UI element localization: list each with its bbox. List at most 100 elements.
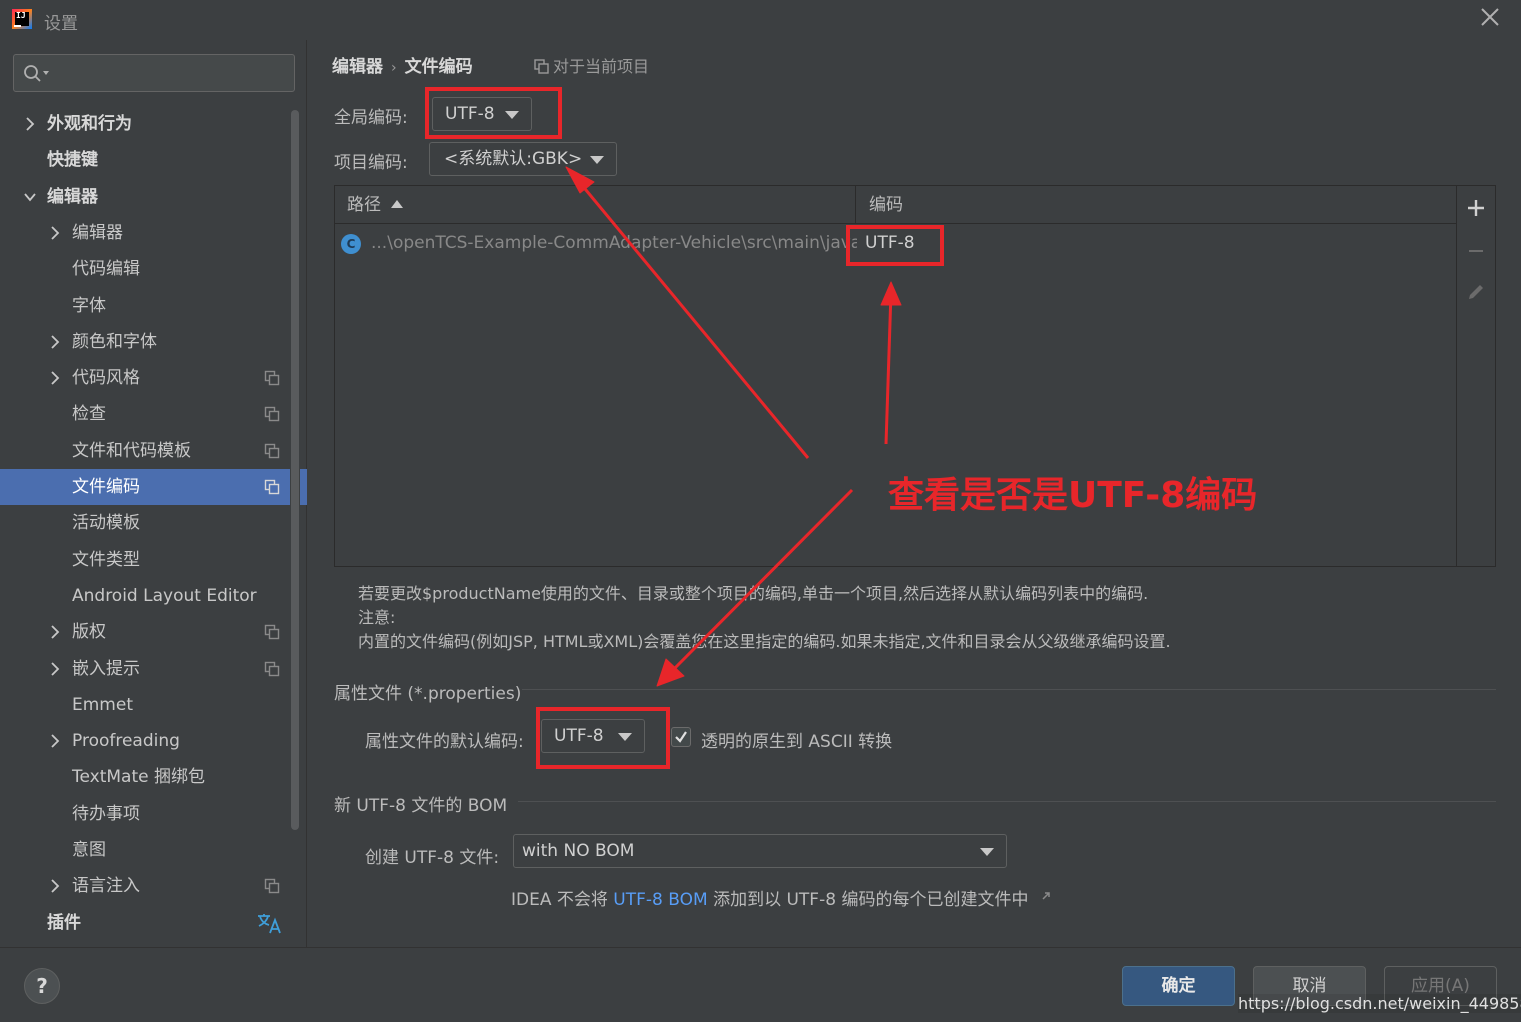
breadcrumb-current: 文件编码 [404, 57, 473, 77]
sidebar-item[interactable]: 编辑器 [0, 215, 307, 251]
section-divider [522, 689, 1496, 690]
chevron-right-icon[interactable] [47, 624, 63, 640]
chevron-down-icon [618, 733, 632, 741]
sidebar-item-label: 代码风格 [72, 368, 140, 389]
checkmark-icon [675, 731, 687, 743]
project-scope-icon [264, 407, 280, 422]
hint-line-3: 内置的文件编码(例如JSP, HTML或XML)会覆盖您在这里指定的编码.如果未… [358, 632, 1171, 651]
sidebar-scrollbar[interactable] [291, 110, 299, 830]
intellij-logo-icon: IJ [12, 9, 32, 29]
sidebar-item-label: 文件和代码模板 [72, 440, 191, 461]
sidebar-item-label: 检查 [72, 404, 106, 425]
table-row[interactable]: C ...\openTCS-Example-CommAdapter-Vehicl… [335, 226, 1456, 260]
create-utf8-label: 创建 UTF-8 文件: [365, 848, 500, 868]
sidebar-item-label: 活动模板 [72, 513, 140, 534]
sidebar-item-label: 嵌入提示 [72, 658, 140, 679]
sidebar-item-label: 文件编码 [72, 477, 140, 497]
chevron-right-icon[interactable] [47, 370, 63, 386]
global-encoding-label: 全局编码: [334, 108, 408, 128]
project-scope-note: 对于当前项目 [534, 53, 649, 77]
sidebar-item-label: 意图 [72, 840, 106, 860]
chevron-down-icon [980, 848, 994, 856]
sidebar-item[interactable]: 语言注入 [0, 868, 307, 904]
sidebar-item[interactable]: 文件和代码模板 [0, 433, 307, 469]
chevron-right-icon[interactable] [47, 334, 63, 350]
close-icon[interactable] [1479, 6, 1501, 28]
sidebar-item-label: Android Layout Editor [72, 585, 257, 606]
sidebar-item-label: 语言注入 [72, 876, 140, 897]
transparent-ascii-checkbox[interactable] [671, 727, 691, 747]
row-encoding[interactable]: UTF-8 [865, 226, 915, 260]
sidebar-item[interactable]: Emmet [0, 687, 307, 723]
sidebar-item[interactable]: TextMate 捆绑包 [0, 759, 307, 795]
sidebar-item[interactable]: Android Layout Editor [0, 578, 307, 614]
sidebar-item-label: 编辑器 [47, 186, 98, 207]
bom-select[interactable]: with NO BOM [513, 834, 1007, 868]
table-toolbar [1456, 186, 1495, 566]
settings-search-input[interactable] [13, 54, 295, 92]
properties-section-title: 属性文件 (*.properties) [334, 684, 522, 704]
external-link-icon[interactable] [1040, 890, 1052, 902]
breadcrumb: 编辑器 › 文件编码 [332, 52, 473, 77]
add-icon[interactable] [1465, 197, 1487, 219]
project-scope-icon [264, 443, 280, 458]
sidebar-item-label: Proofreading [72, 731, 180, 752]
sidebar-item-label: 文件类型 [72, 549, 140, 570]
sidebar-item[interactable]: 字体 [0, 288, 307, 324]
sidebar-item[interactable]: 快捷键 [0, 142, 307, 178]
sidebar-item-label: 代码编辑 [72, 259, 140, 280]
java-source-folder-icon: C [341, 234, 361, 254]
sidebar-item[interactable]: 文件编码 [0, 469, 307, 505]
project-encoding-select[interactable]: <系统默认:GBK> [429, 142, 617, 176]
sidebar-item-label: 快捷键 [47, 150, 98, 171]
sidebar-item[interactable]: Proofreading [0, 723, 307, 759]
properties-encoding-select[interactable]: UTF-8 [541, 719, 645, 753]
remove-icon[interactable] [1465, 240, 1487, 262]
sidebar-item-label: 编辑器 [72, 222, 123, 243]
translate-icon[interactable] [256, 911, 282, 935]
row-path: ...\openTCS-Example-CommAdapter-Vehicle\… [371, 233, 857, 253]
sidebar-item[interactable]: 插件 [0, 905, 307, 941]
chevron-right-icon[interactable] [47, 661, 63, 677]
sidebar-item[interactable]: 编辑器 [0, 179, 307, 215]
sidebar-item[interactable]: 代码风格 [0, 360, 307, 396]
chevron-right-icon[interactable] [47, 733, 63, 749]
sidebar-item-label: Emmet [72, 694, 133, 715]
chevron-right-icon[interactable] [47, 225, 63, 241]
properties-encoding-value: UTF-8 [554, 726, 604, 746]
global-encoding-value: UTF-8 [445, 104, 495, 124]
sidebar-item[interactable]: 颜色和字体 [0, 324, 307, 360]
properties-default-encoding-label: 属性文件的默认编码: [365, 732, 524, 752]
chevron-down-icon [590, 156, 604, 164]
utf8-bom-link[interactable]: UTF-8 BOM [613, 890, 707, 910]
sidebar-item[interactable]: 嵌入提示 [0, 651, 307, 687]
sidebar-item-label: TextMate 捆绑包 [72, 767, 205, 788]
hint-line-2: 注意: [358, 608, 396, 627]
chevron-right-icon[interactable] [47, 878, 63, 894]
sidebar-item[interactable]: 外观和行为 [0, 106, 307, 142]
sidebar-item[interactable]: 检查 [0, 396, 307, 432]
sidebar-item-label: 版权 [72, 622, 106, 643]
ok-button[interactable]: 确定 [1122, 966, 1235, 1006]
transparent-ascii-label[interactable]: 透明的原生到 ASCII 转换 [701, 727, 892, 752]
bom-note: IDEA 不会将 UTF-8 BOM 添加到以 UTF-8 编码的每个已创建文件… [511, 885, 1052, 910]
column-header-path[interactable]: 路径 [347, 186, 403, 224]
sidebar-item[interactable]: 代码编辑 [0, 251, 307, 287]
sidebar-item[interactable]: 意图 [0, 832, 307, 868]
column-header-encoding[interactable]: 编码 [869, 186, 903, 224]
project-scope-icon [264, 370, 280, 386]
sidebar-item-label: 插件 [47, 912, 81, 933]
chevron-down-icon[interactable] [22, 189, 38, 205]
help-button[interactable]: ? [24, 968, 60, 1004]
sidebar-item[interactable]: 文件类型 [0, 542, 307, 578]
sidebar-item-label: 外观和行为 [47, 114, 132, 134]
chevron-right-icon[interactable] [22, 116, 38, 132]
sidebar-item[interactable]: 版权 [0, 614, 307, 650]
breadcrumb-parent[interactable]: 编辑器 [332, 57, 383, 77]
edit-pencil-icon[interactable] [1465, 281, 1487, 303]
project-scope-icon [264, 661, 280, 676]
sidebar-item[interactable]: 活动模板 [0, 505, 307, 541]
sidebar-item[interactable]: 待办事项 [0, 796, 307, 832]
window-title: 设置 [44, 14, 78, 34]
global-encoding-select[interactable]: UTF-8 [432, 97, 532, 131]
